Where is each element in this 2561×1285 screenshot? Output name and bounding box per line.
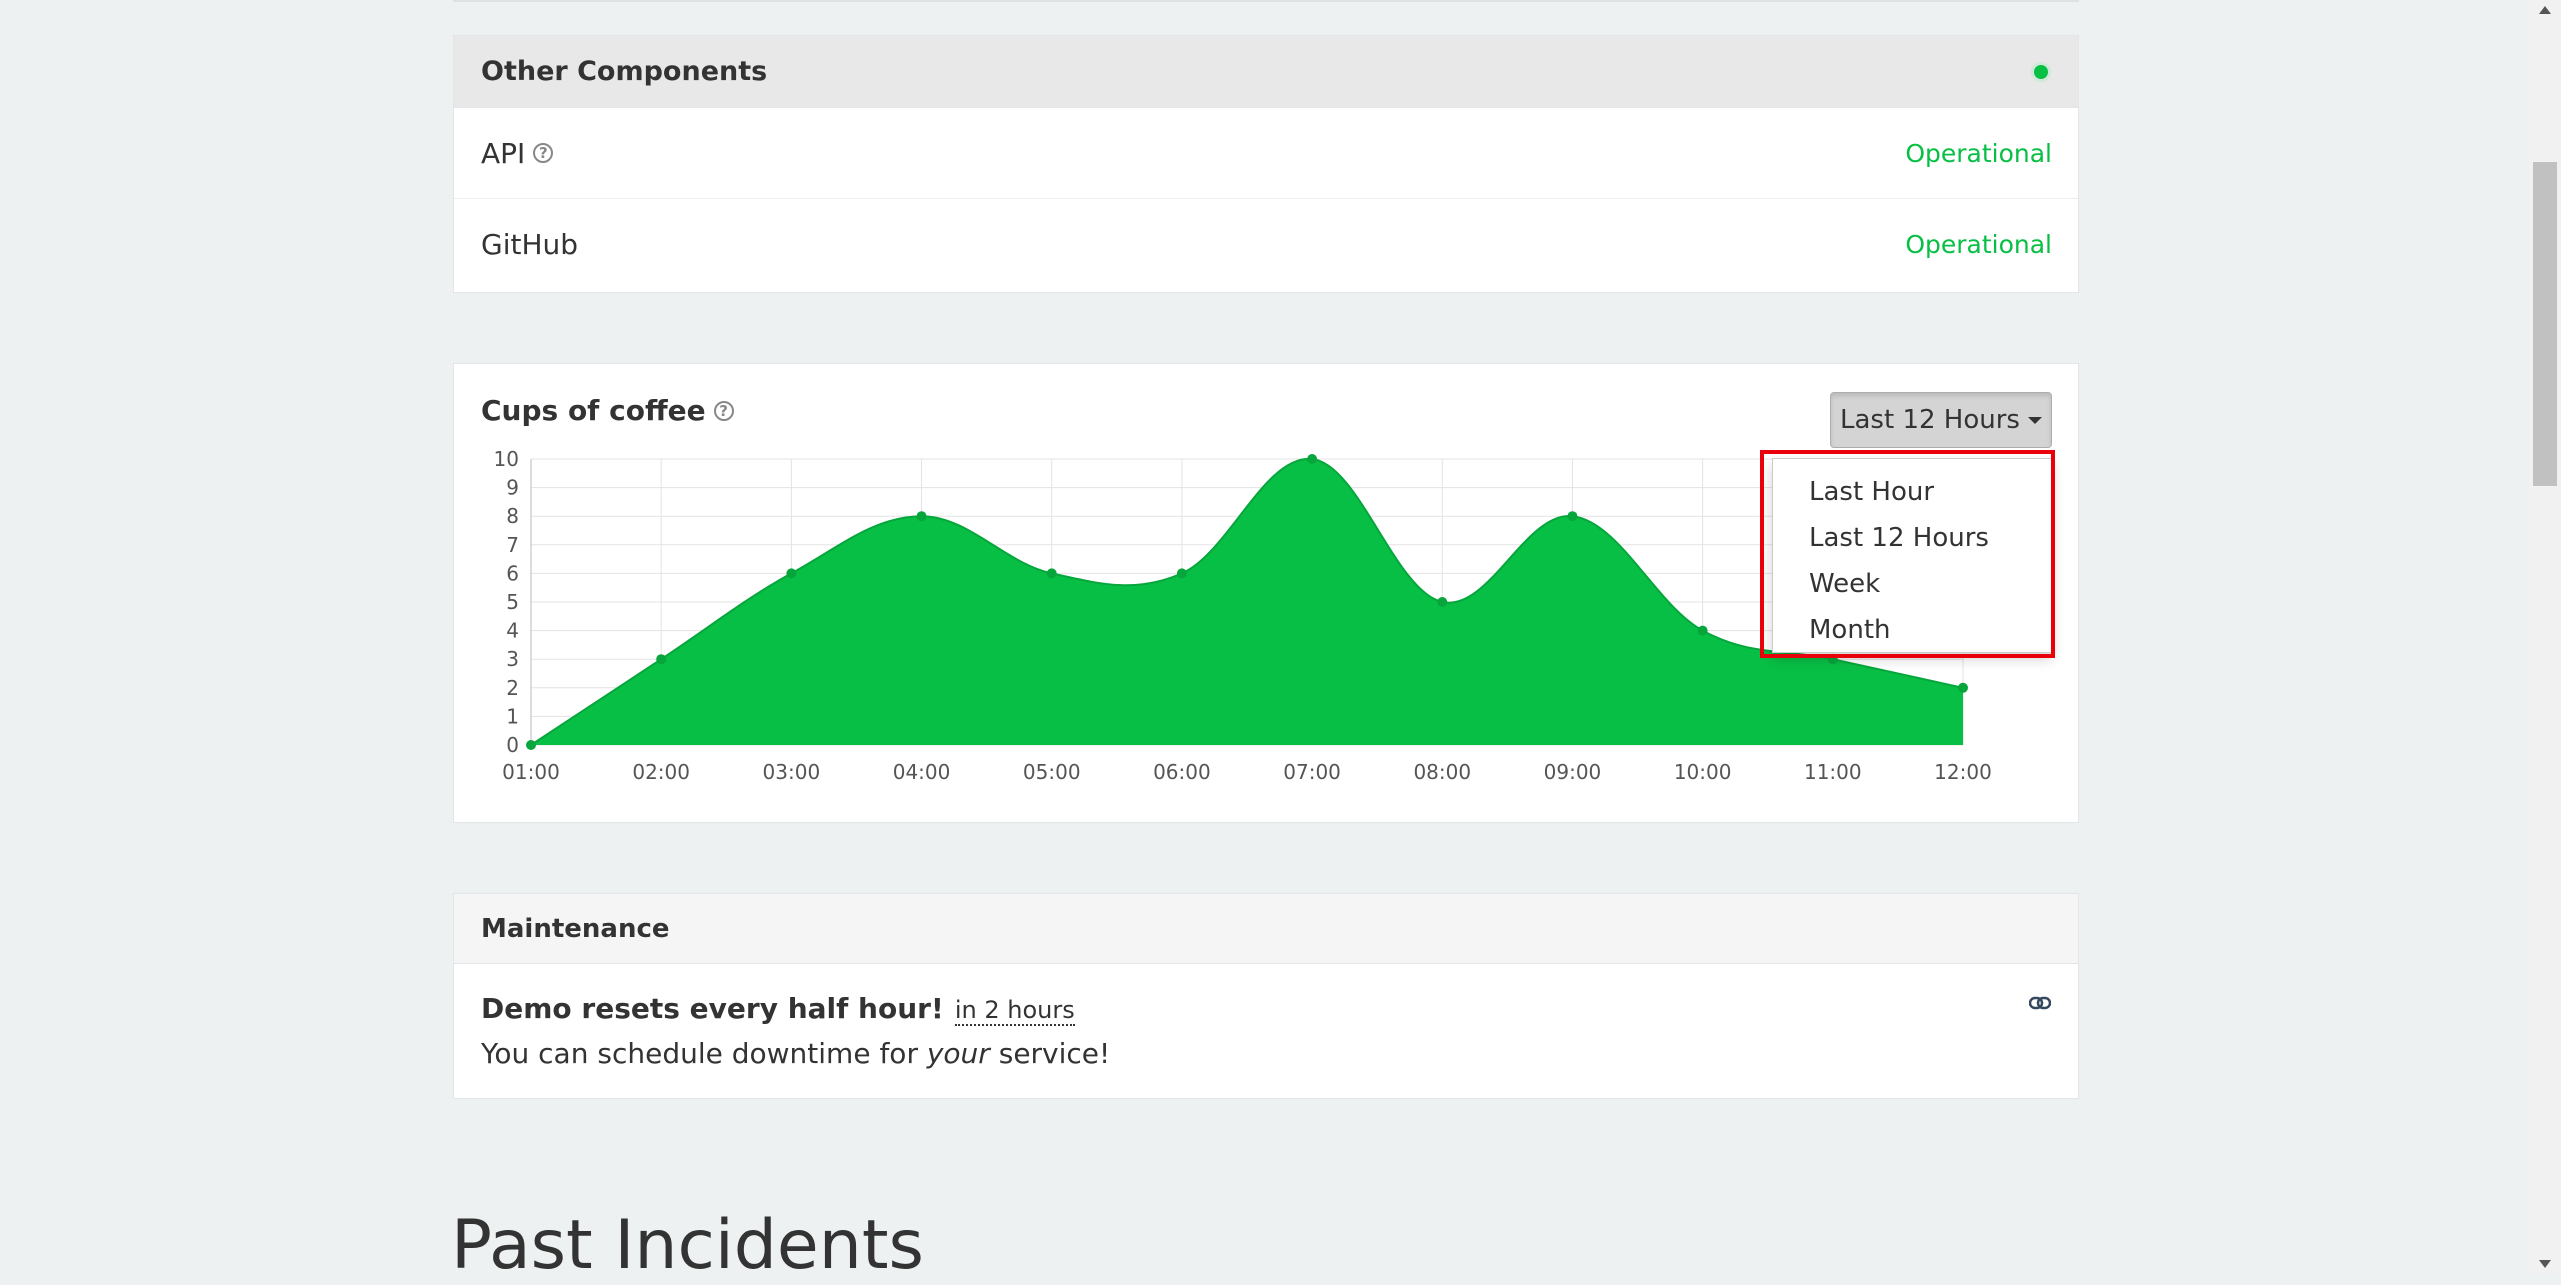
maintenance-header-label: Maintenance — [481, 913, 670, 944]
maintenance-message-end: service! — [989, 1037, 1111, 1070]
data-point — [1307, 454, 1318, 464]
scrollbar[interactable] — [2529, 0, 2561, 1274]
y-tick-label: 0 — [506, 733, 519, 757]
y-tick-label: 1 — [506, 704, 519, 728]
scroll-up-icon[interactable] — [2539, 6, 2551, 14]
maintenance-time: in 2 hours — [954, 996, 1075, 1026]
maintenance-body: Demo resets every half hour! in 2 hours … — [454, 964, 2078, 1070]
y-tick-label: 2 — [506, 676, 519, 700]
y-tick-label: 7 — [506, 533, 519, 557]
x-tick-label: 04:00 — [893, 760, 951, 784]
scroll-down-icon[interactable] — [2539, 1260, 2551, 1268]
x-tick-label: 05:00 — [1023, 760, 1081, 784]
dropdown-option-month[interactable]: Month — [1773, 607, 2051, 653]
x-tick-label: 09:00 — [1544, 760, 1602, 784]
y-tick-label: 5 — [506, 590, 519, 614]
maintenance-panel: Maintenance Demo resets every half hour!… — [453, 893, 2079, 1099]
dropdown-option-last-hour[interactable]: Last Hour — [1773, 469, 2051, 515]
component-group-header[interactable]: Other Components — [454, 36, 2078, 108]
x-tick-label: 03:00 — [763, 760, 821, 784]
link-icon[interactable] — [2029, 996, 2051, 1010]
data-point — [1697, 625, 1708, 636]
y-tick-label: 3 — [506, 647, 519, 671]
scrollbar-thumb[interactable] — [2533, 162, 2557, 486]
components-panel: Other Components API ? Operational GitHu… — [453, 35, 2079, 293]
x-tick-label: 02:00 — [632, 760, 690, 784]
maintenance-header: Maintenance — [454, 894, 2078, 964]
x-tick-label: 08:00 — [1413, 760, 1471, 784]
data-point — [1827, 654, 1838, 665]
maintenance-message-start: You can schedule downtime for — [481, 1037, 927, 1070]
maintenance-message: You can schedule downtime for your servi… — [481, 1037, 2051, 1070]
x-tick-label: 11:00 — [1804, 760, 1862, 784]
data-point — [916, 511, 927, 522]
component-group-title: Other Components — [481, 56, 768, 87]
x-tick-label: 01:00 — [502, 760, 560, 784]
component-label: API — [481, 136, 526, 170]
data-point — [526, 740, 536, 750]
x-tick-label: 07:00 — [1283, 760, 1341, 784]
y-tick-label: 6 — [506, 561, 519, 585]
y-tick-label: 9 — [506, 476, 519, 500]
y-tick-label: 8 — [506, 504, 519, 528]
dropdown-option-last-12-hours[interactable]: Last 12 Hours — [1773, 515, 2051, 561]
range-dropdown-menu: Last Hour Last 12 Hours Week Month — [1772, 458, 2052, 653]
component-row-api: API ? Operational — [454, 108, 2078, 199]
x-tick-label: 10:00 — [1674, 760, 1732, 784]
data-point — [1437, 597, 1448, 607]
y-tick-label: 4 — [506, 619, 519, 643]
dropdown-option-week[interactable]: Week — [1773, 561, 2051, 607]
component-name: GitHub — [481, 228, 578, 261]
maintenance-message-emphasis: your — [926, 1037, 990, 1070]
past-incidents-title: Past Incidents — [451, 1205, 924, 1285]
y-tick-label: 10 — [494, 447, 519, 471]
component-status: Operational — [1905, 230, 2052, 259]
maintenance-name: Demo resets every half hour! — [481, 992, 944, 1025]
data-point — [1958, 682, 1968, 693]
component-status: Operational — [1905, 138, 2052, 168]
component-name: API ? — [481, 136, 554, 170]
top-divider — [453, 0, 2079, 2]
component-label: GitHub — [481, 228, 579, 261]
component-row-github: GitHub Operational — [454, 199, 2078, 290]
data-point — [1046, 568, 1057, 579]
x-tick-label: 12:00 — [1934, 760, 1992, 784]
data-point — [656, 654, 667, 665]
data-point — [1567, 511, 1578, 522]
help-icon[interactable]: ? — [533, 143, 554, 163]
data-point — [786, 568, 797, 579]
status-dot-icon — [2031, 61, 2051, 82]
data-point — [1176, 568, 1187, 579]
x-tick-label: 06:00 — [1153, 760, 1211, 784]
